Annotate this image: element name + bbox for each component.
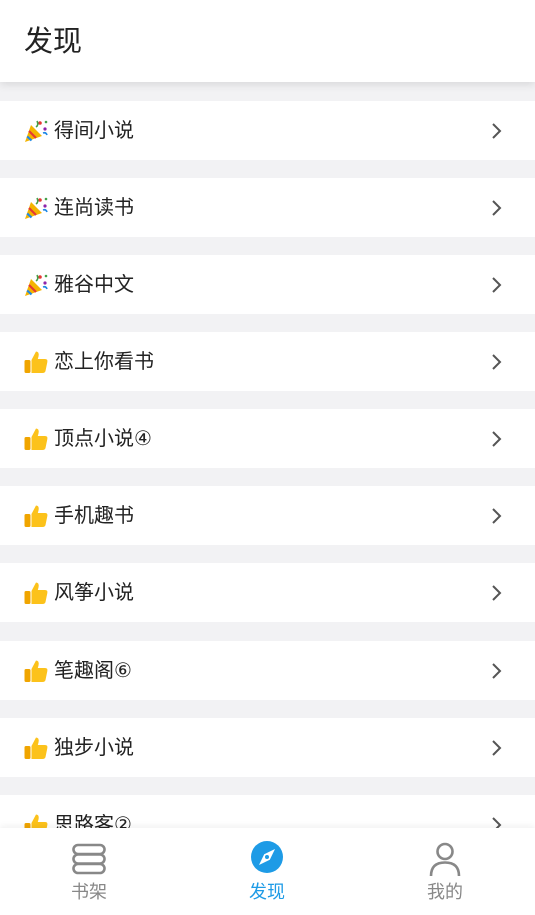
thumbs-up-icon: [24, 351, 48, 373]
thumbs-up-icon: [24, 505, 48, 527]
list-item[interactable]: 顶点小说④: [0, 409, 535, 468]
list-item[interactable]: 连尚读书: [0, 178, 535, 237]
user-icon: [429, 842, 461, 877]
source-name: 连尚读书: [54, 195, 134, 219]
compass-icon: [251, 841, 283, 873]
tab-label: 书架: [71, 882, 107, 903]
tab-label: 我的: [427, 882, 463, 903]
thumbs-up-icon: [24, 660, 48, 682]
source-name: 得间小说: [54, 118, 134, 142]
list-item[interactable]: 恋上你看书: [0, 332, 535, 391]
list-item[interactable]: 笔趣阁⑥: [0, 641, 535, 700]
party-popper-icon: [25, 120, 48, 142]
thumbs-up-icon: [24, 814, 48, 828]
list-item[interactable]: 思路客②: [0, 795, 535, 828]
source-name: 雅谷中文: [54, 272, 134, 296]
source-name: 顶点小说④: [54, 426, 152, 450]
party-popper-icon: [25, 274, 48, 296]
tab-discover[interactable]: 发现: [178, 828, 356, 915]
source-name: 风筝小说: [54, 580, 134, 604]
thumbs-up-icon: [24, 428, 48, 450]
chevron-right-icon: [492, 508, 502, 524]
thumbs-up-icon: [24, 582, 48, 604]
tab-mine[interactable]: 我的: [356, 828, 534, 915]
source-name: 笔趣阁⑥: [54, 658, 132, 682]
chevron-right-icon: [492, 663, 502, 679]
page-title: 发现: [24, 24, 83, 58]
source-name: 手机趣书: [54, 503, 134, 527]
list-item[interactable]: 独步小说: [0, 718, 535, 777]
source-name: 思路客②: [54, 812, 132, 828]
chevron-right-icon: [492, 354, 502, 370]
chevron-right-icon: [492, 431, 502, 447]
source-name: 恋上你看书: [54, 349, 154, 373]
bottom-tab-bar: 书架 发现 我的: [0, 828, 535, 915]
bookshelf-icon: [72, 843, 106, 875]
list-item[interactable]: 风筝小说: [0, 563, 535, 622]
list-item[interactable]: 得间小说: [0, 101, 535, 160]
chevron-right-icon: [492, 585, 502, 601]
source-list[interactable]: 得间小说 连尚读书 雅谷中文 恋上你看书 顶点小说④ 手机趣书 风筝小说 笔趣阁…: [0, 82, 535, 828]
chevron-right-icon: [492, 200, 502, 216]
source-name: 独步小说: [54, 735, 134, 759]
app-header: 发现: [0, 0, 535, 82]
chevron-right-icon: [492, 123, 502, 139]
party-popper-icon: [25, 197, 48, 219]
chevron-right-icon: [492, 740, 502, 756]
list-item[interactable]: 手机趣书: [0, 486, 535, 545]
tab-label: 发现: [249, 882, 285, 903]
chevron-right-icon: [492, 277, 502, 293]
thumbs-up-icon: [24, 737, 48, 759]
tab-bookshelf[interactable]: 书架: [0, 828, 178, 915]
chevron-right-icon: [492, 817, 502, 828]
list-item[interactable]: 雅谷中文: [0, 255, 535, 314]
